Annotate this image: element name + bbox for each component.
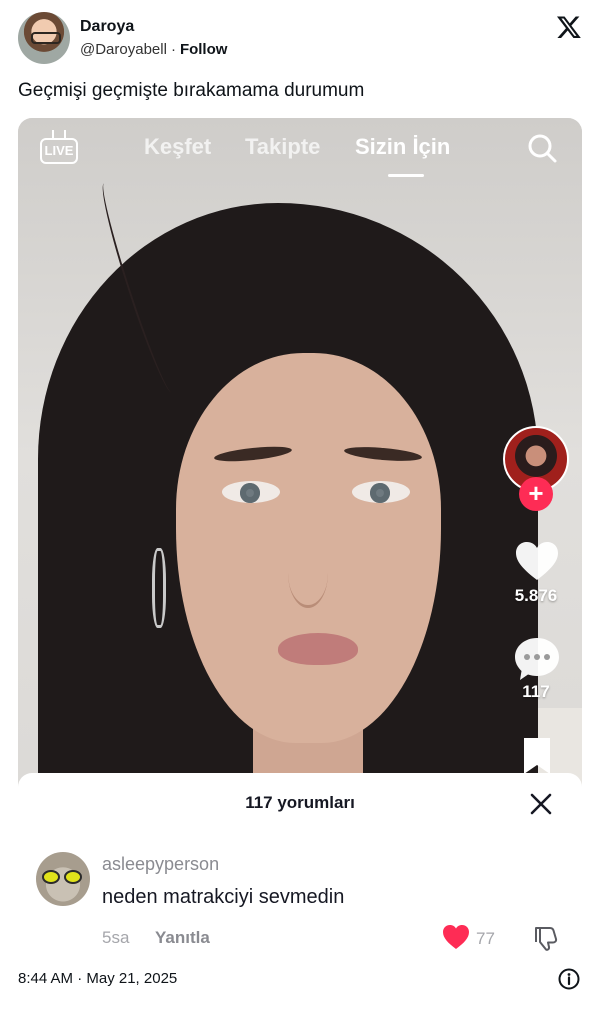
comment-text: neden matrakciyi sevmedin xyxy=(102,886,345,908)
lips xyxy=(278,633,358,665)
comment-count: 117 xyxy=(522,682,550,701)
tiktok-top-bar: LIVE Keşfet Takipte Sizin İçin xyxy=(18,118,582,180)
face-shape xyxy=(176,353,441,743)
tab-kesfet[interactable]: Keşfet xyxy=(144,134,211,160)
close-icon[interactable] xyxy=(528,791,554,817)
comment-item: asleepyperson neden matrakciyi sevmedin … xyxy=(0,840,600,960)
right-eye xyxy=(352,481,410,503)
active-tab-indicator xyxy=(388,174,424,177)
x-logo-icon[interactable] xyxy=(556,14,582,40)
commenter-username[interactable]: asleepyperson xyxy=(102,854,219,875)
search-icon[interactable] xyxy=(526,132,558,164)
like-count: 5.876 xyxy=(514,586,558,605)
tweet-text: Geçmişi geçmişte bırakamama durumum xyxy=(18,80,365,101)
tweet-timestamp[interactable]: 8:44 AM · May 21, 2025 xyxy=(18,970,177,987)
live-tv-icon[interactable]: LIVE xyxy=(40,130,78,166)
earring xyxy=(152,548,166,628)
plus-icon[interactable]: + xyxy=(519,477,553,511)
comment-bubble-icon[interactable] xyxy=(513,636,561,682)
left-brow xyxy=(213,443,293,465)
author-handle[interactable]: @Daroyabell xyxy=(80,41,167,58)
thumbs-down-icon[interactable] xyxy=(532,924,560,952)
tweet-header: Daroya @Daroyabell · Follow xyxy=(18,12,582,68)
follow-button[interactable]: Follow xyxy=(180,41,228,58)
comments-title: 117 yorumları xyxy=(245,793,355,812)
tab-sizin-icin[interactable]: Sizin İçin xyxy=(355,134,450,160)
comment-like-count: 77 xyxy=(476,929,495,948)
author-handle-line: @Daroyabell · Follow xyxy=(80,41,227,58)
heart-icon[interactable] xyxy=(442,924,470,950)
author-display-name[interactable]: Daroya xyxy=(80,18,134,36)
right-brow xyxy=(343,444,423,464)
tweet-media[interactable]: LIVE Keşfet Takipte Sizin İçin + 5.876 1… xyxy=(18,118,582,960)
heart-icon[interactable] xyxy=(514,540,560,582)
separator-dot: · xyxy=(170,41,176,58)
live-label: LIVE xyxy=(40,138,78,164)
commenter-avatar[interactable] xyxy=(36,852,90,906)
left-eye xyxy=(222,481,280,503)
info-icon[interactable] xyxy=(558,968,580,990)
comment-time: 5sa xyxy=(102,928,130,947)
sunglasses-graphic xyxy=(42,870,84,884)
nose xyxy=(288,538,328,608)
tab-takipte[interactable]: Takipte xyxy=(245,134,320,160)
author-avatar[interactable] xyxy=(18,12,70,64)
bookmark-icon[interactable] xyxy=(521,736,553,776)
reply-button[interactable]: Yanıtla xyxy=(155,928,210,948)
